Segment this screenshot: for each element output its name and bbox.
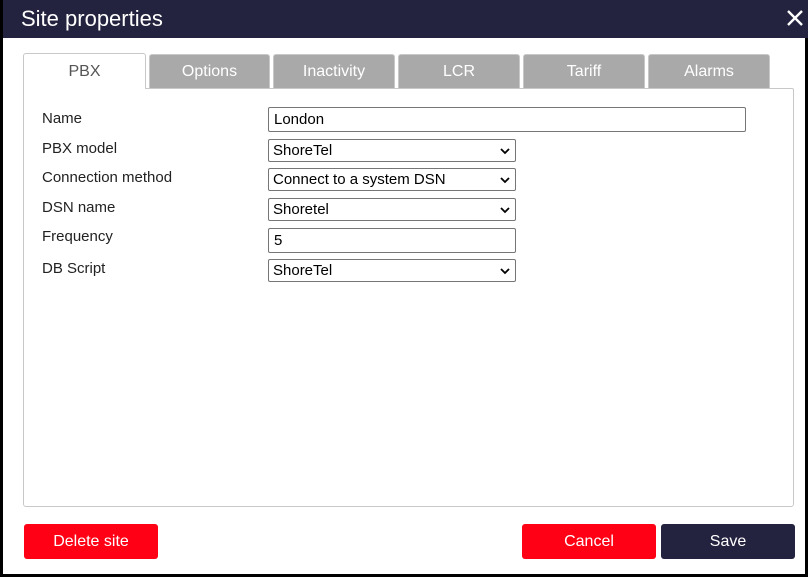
chevron-down-icon	[500, 268, 510, 275]
pbx-model-select[interactable]: ShoreTel	[268, 139, 516, 162]
chevron-down-icon	[500, 177, 510, 184]
dsn-name-value: Shoretel	[273, 201, 329, 218]
tab-alarms[interactable]: Alarms	[648, 54, 770, 88]
close-icon	[787, 10, 803, 26]
frequency-label: Frequency	[42, 228, 113, 245]
pbx-model-label: PBX model	[42, 140, 118, 157]
tab-bar: PBX Options Inactivity LCR Tariff Alarms	[23, 53, 803, 89]
connection-method-select[interactable]: Connect to a system DSN	[268, 168, 516, 191]
dialog-title: Site properties	[21, 6, 163, 31]
pbx-model-value: ShoreTel	[273, 142, 333, 159]
tab-tariff[interactable]: Tariff	[523, 54, 645, 88]
dsn-name-select[interactable]: Shoretel	[268, 198, 516, 221]
dialog-titlebar: Site properties	[3, 0, 808, 38]
connection-method-label: Connection method	[42, 169, 173, 186]
cancel-button[interactable]: Cancel	[522, 524, 656, 559]
db-script-select[interactable]: ShoreTel	[268, 259, 516, 282]
connection-method-value: Connect to a system DSN	[273, 171, 446, 188]
tab-options[interactable]: Options	[149, 54, 270, 88]
dsn-name-label: DSN name	[42, 199, 116, 216]
tab-pbx[interactable]: PBX	[23, 53, 146, 89]
close-button[interactable]	[781, 4, 808, 32]
name-label: Name	[42, 110, 83, 127]
frequency-input[interactable]	[268, 228, 516, 253]
tab-inactivity[interactable]: Inactivity	[273, 54, 395, 88]
save-button[interactable]: Save	[661, 524, 795, 559]
site-properties-dialog: Site properties PBX Options Inactivity L…	[0, 0, 808, 577]
chevron-down-icon	[500, 148, 510, 155]
db-script-value: ShoreTel	[273, 262, 333, 279]
delete-site-button[interactable]: Delete site	[24, 524, 158, 559]
name-input[interactable]	[268, 107, 746, 132]
chevron-down-icon	[500, 207, 510, 214]
db-script-label: DB Script	[42, 260, 106, 277]
tab-lcr[interactable]: LCR	[398, 54, 520, 88]
